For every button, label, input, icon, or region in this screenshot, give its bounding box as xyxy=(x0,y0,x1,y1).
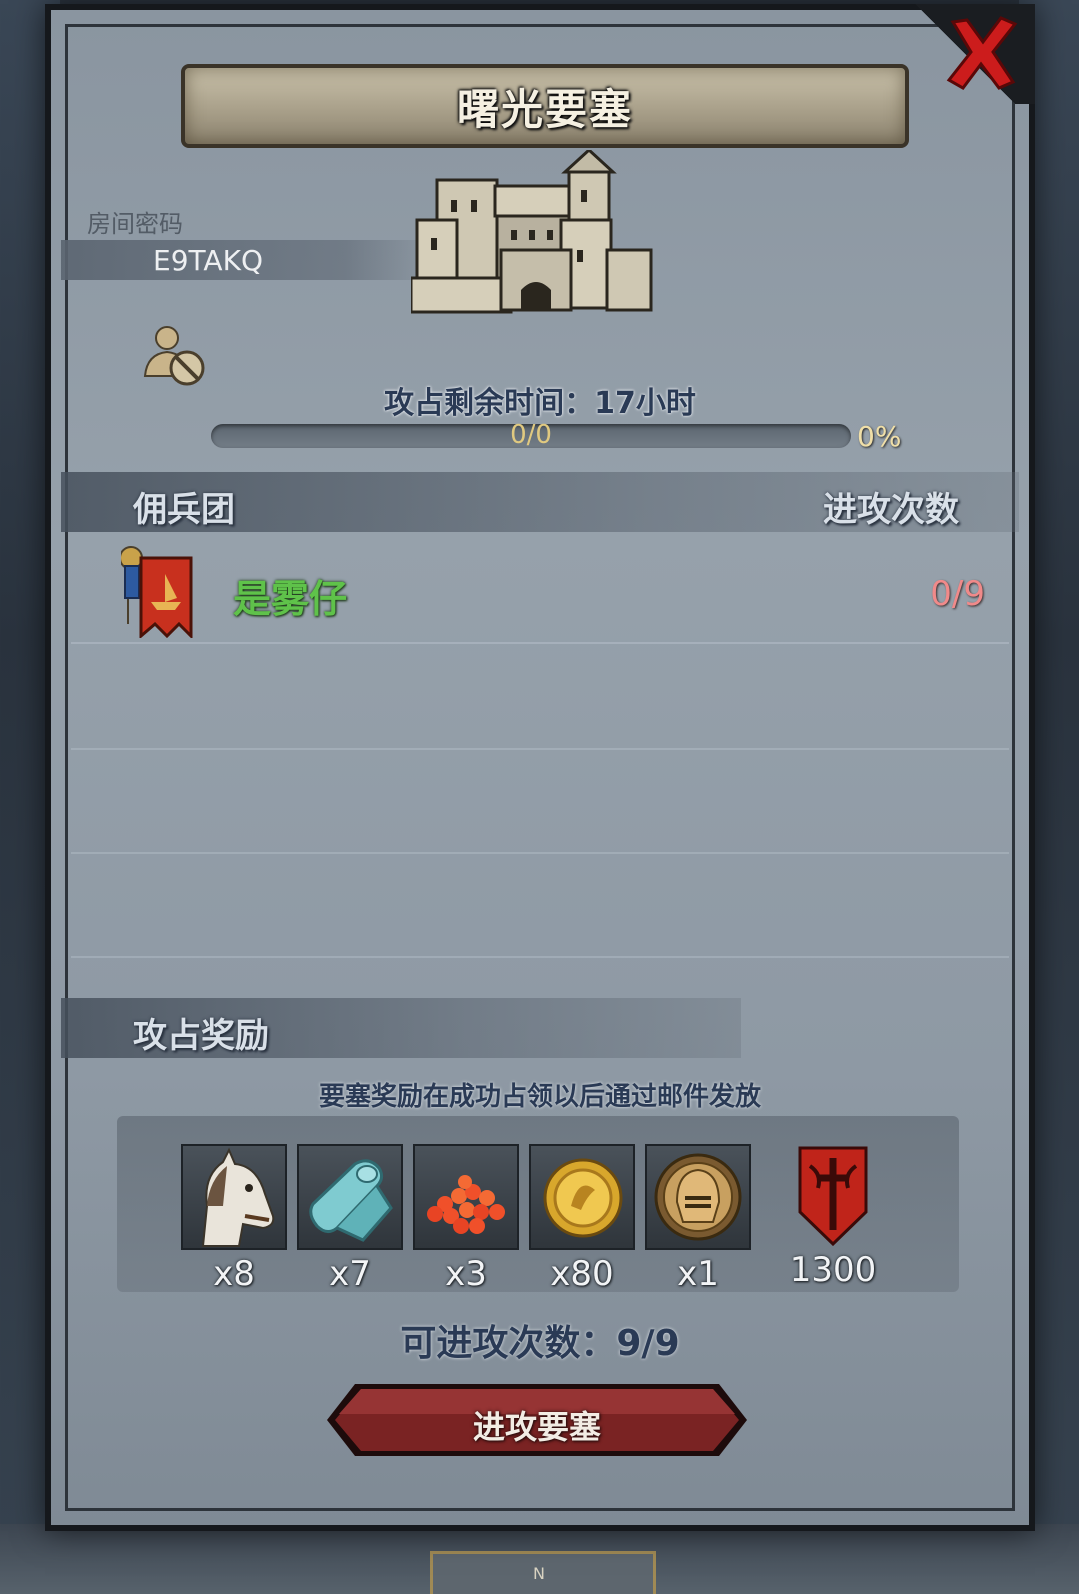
reward-note: 要塞奖励在成功占领以后通过邮件发放 xyxy=(318,1082,761,1112)
room-password-value[interactable]: E9TAKQ xyxy=(153,244,263,277)
dialog-title: 曙光要塞 xyxy=(456,84,633,134)
attack-count-header: 进攻次数 xyxy=(823,490,959,530)
cloth-icon xyxy=(297,1144,403,1250)
reward-quantity: x3 xyxy=(445,1254,487,1294)
attack-fortress-button[interactable]: 进攻要塞 xyxy=(325,1382,749,1458)
room-password-label: 房间密码 xyxy=(87,210,183,238)
reward-section-header: 攻占奖励 xyxy=(61,998,741,1058)
guild-banner-icon xyxy=(119,544,199,640)
mercenary-section-header: 佣兵团 进攻次数 xyxy=(61,472,1019,532)
attack-fortress-label: 进攻要塞 xyxy=(472,1408,601,1446)
mercenary-section-title: 佣兵团 xyxy=(133,490,235,530)
empty-mercenary-row xyxy=(71,748,1009,854)
reward-quantity: x7 xyxy=(329,1254,371,1294)
castle-icon xyxy=(409,147,671,330)
bottom-bar: N xyxy=(0,1524,1079,1594)
red-beads-icon xyxy=(413,1144,519,1250)
capture-progress-percent: 0% xyxy=(857,420,902,453)
reward-item[interactable]: x1 xyxy=(645,1144,751,1294)
reward-quantity: x80 xyxy=(550,1254,614,1294)
capture-progress-text: 0/0 xyxy=(510,420,552,450)
knight-helmet-icon xyxy=(645,1144,751,1250)
mercenary-row[interactable]: 是雾仔 0/9 xyxy=(71,538,1009,644)
empty-mercenary-row xyxy=(71,852,1009,958)
mercenary-name: 是雾仔 xyxy=(233,577,348,621)
mercenary-attack-count: 0/9 xyxy=(930,574,985,614)
gold-coin-icon xyxy=(529,1144,635,1250)
horse-icon xyxy=(181,1144,287,1250)
fortress-dialog: 曙光要塞 房间密码 E9TAKQ 攻占剩余时间：17小时 0/0 0% 佣兵团 … xyxy=(45,4,1035,1531)
room-password-strip: E9TAKQ xyxy=(61,240,441,280)
reward-item[interactable]: x80 xyxy=(529,1144,635,1294)
capture-progress-bar: 0/0 xyxy=(211,420,851,450)
reward-section-title: 攻占奖励 xyxy=(133,1016,269,1056)
close-icon xyxy=(946,16,1018,90)
reward-list: x8 x7 x3 x80 x1 1300 xyxy=(117,1116,959,1294)
remaining-attempts: 可进攻次数：9/9 xyxy=(400,1323,680,1364)
empty-mercenary-row xyxy=(71,644,1009,750)
reward-item[interactable]: x8 xyxy=(181,1144,287,1294)
reward-quantity: 1300 xyxy=(789,1250,877,1290)
red-shield-icon xyxy=(782,1144,884,1246)
bottom-tab[interactable]: N xyxy=(430,1551,656,1594)
reward-item[interactable]: 1300 xyxy=(775,1144,891,1290)
reward-quantity: x8 xyxy=(213,1254,255,1294)
capture-timer: 攻占剩余时间：17小时 xyxy=(384,386,696,421)
reward-item[interactable]: x3 xyxy=(413,1144,519,1294)
title-banner: 曙光要塞 xyxy=(181,64,909,148)
reward-quantity: x1 xyxy=(677,1254,719,1294)
reward-item[interactable]: x7 xyxy=(297,1144,403,1294)
close-button[interactable] xyxy=(943,14,1021,92)
